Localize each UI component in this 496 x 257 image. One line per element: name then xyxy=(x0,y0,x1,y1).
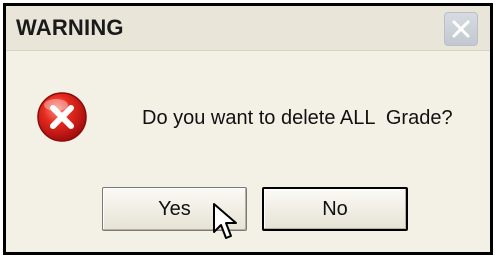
close-icon xyxy=(452,20,470,38)
no-button-label: No xyxy=(322,197,348,220)
dialog-title: WARNING xyxy=(16,15,124,40)
close-button[interactable] xyxy=(444,12,478,46)
dialog-message: Do you want to delete ALL Grade? xyxy=(142,107,453,129)
no-button[interactable]: No xyxy=(262,187,408,231)
yes-button-label: Yes xyxy=(158,197,191,220)
warning-dialog: WARNING Do you want to delete ALL Grade?… xyxy=(3,3,493,255)
title-bar[interactable]: WARNING xyxy=(6,6,490,51)
arrow-cursor-icon xyxy=(213,203,237,239)
error-icon xyxy=(37,92,87,142)
